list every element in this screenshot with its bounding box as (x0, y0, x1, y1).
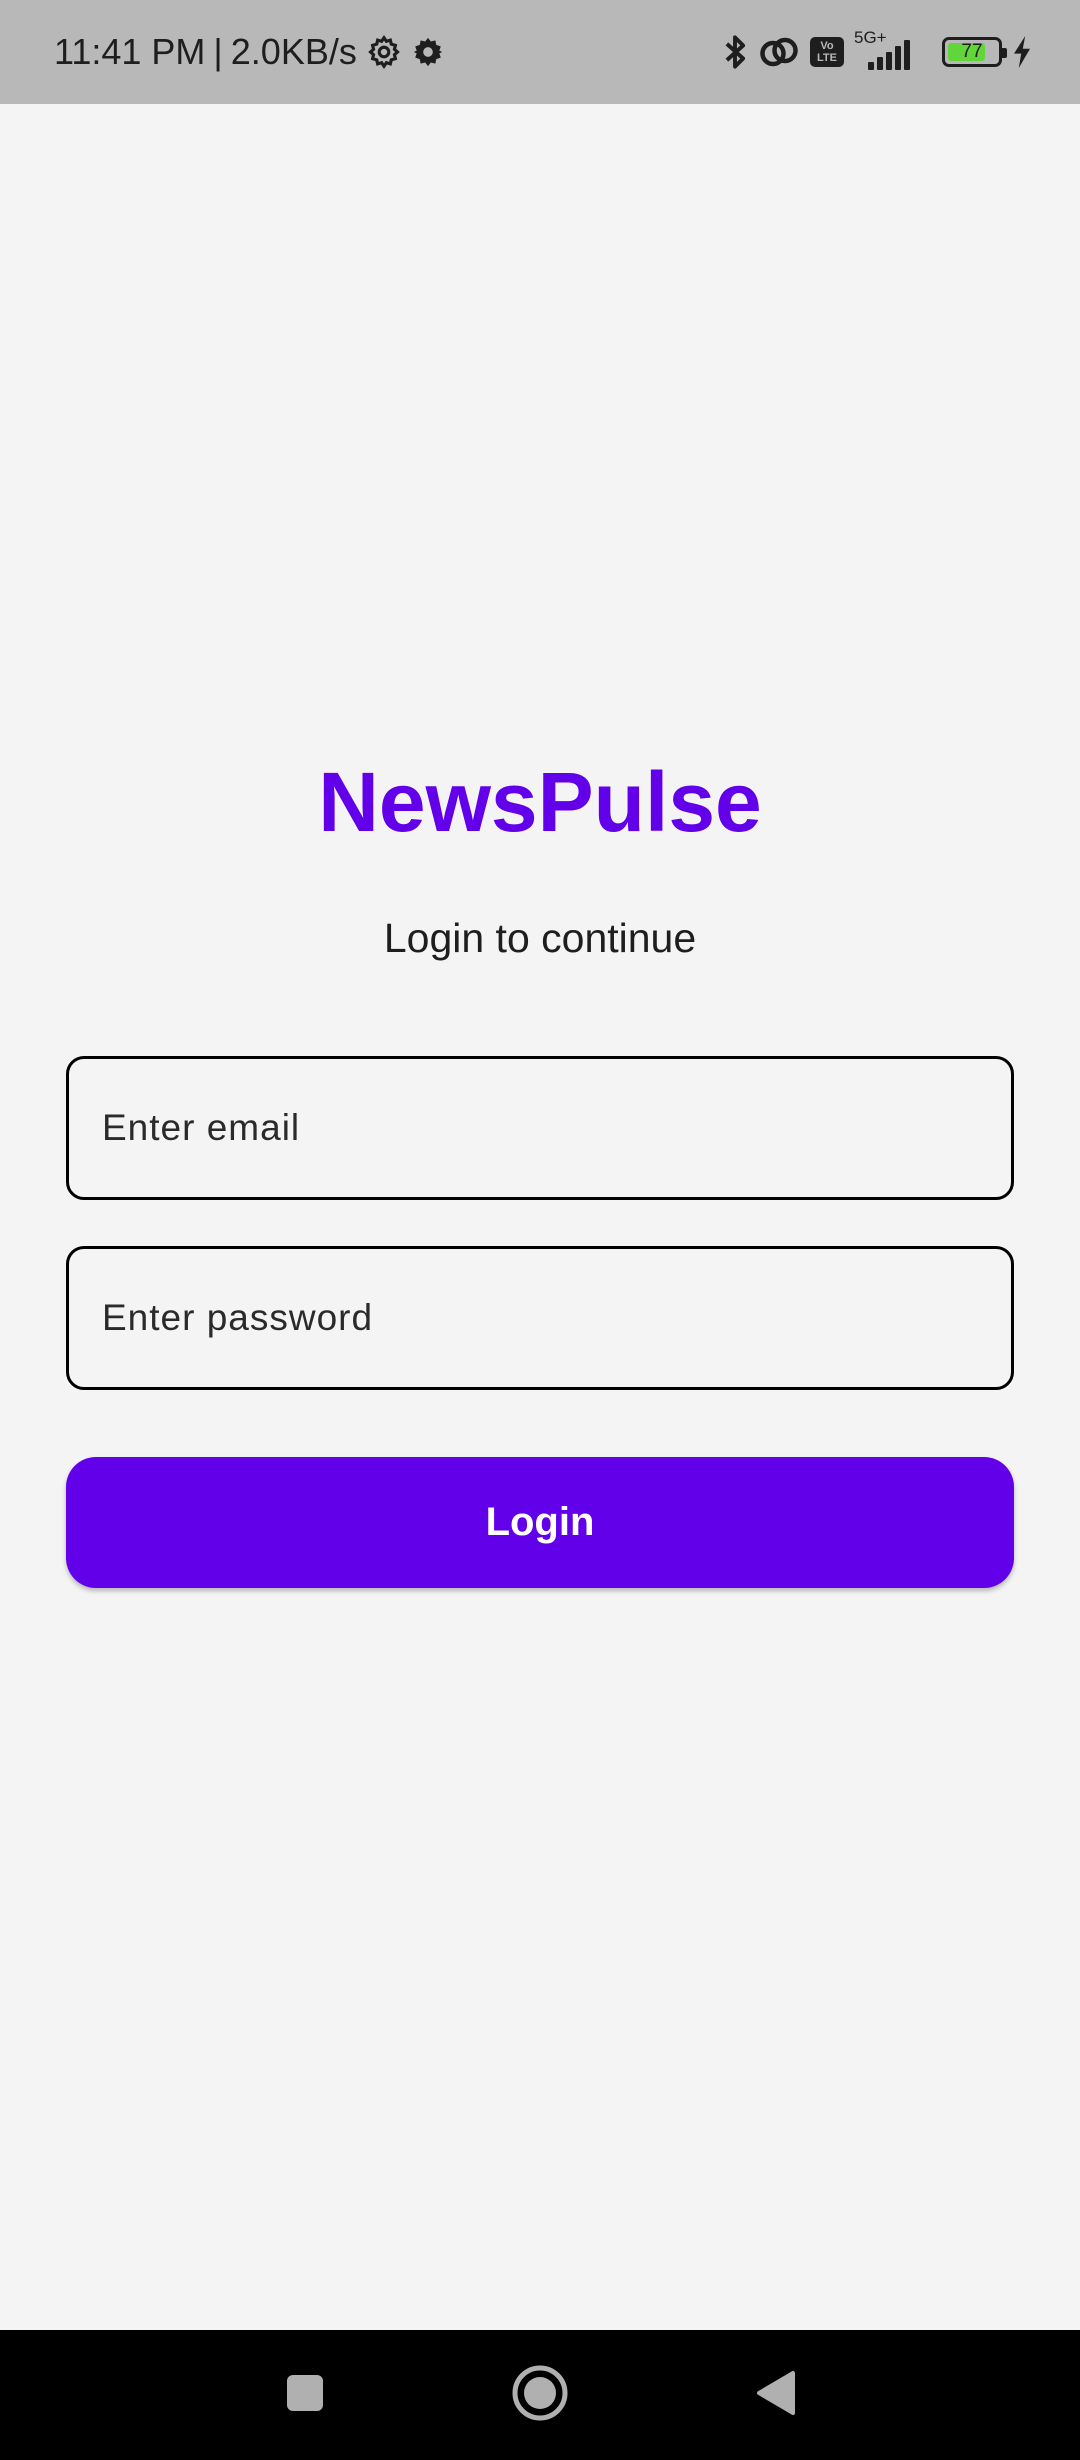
login-subtitle: Login to continue (383, 915, 697, 961)
hotspot-link-icon (758, 34, 800, 70)
email-input[interactable] (69, 1059, 1011, 1197)
home-button[interactable] (500, 2330, 580, 2460)
status-bar: 11:41 PM | 2.0KB/s Vo LTE 5G+ 77 (0, 0, 1080, 104)
signal-bar (868, 62, 874, 70)
home-icon (511, 2364, 569, 2427)
status-separator: | (213, 31, 223, 72)
password-field[interactable] (66, 1246, 1014, 1390)
settings-gear-outline-icon (365, 33, 403, 71)
signal-bar (886, 52, 892, 70)
status-left: 11:41 PM | 2.0KB/s (54, 0, 445, 104)
battery-icon: 77 (942, 37, 1007, 67)
battery-level: 77 (961, 41, 983, 62)
login-button[interactable]: Login (66, 1457, 1014, 1588)
network-speed: 2.0KB/s (230, 31, 357, 72)
signal-bar (904, 40, 910, 70)
volte-bottom-label: LTE (817, 52, 837, 64)
signal-bar (895, 46, 901, 70)
app-title: NewsPulse (318, 755, 762, 849)
back-icon (753, 2369, 797, 2422)
volte-top-label: Vo (820, 40, 834, 52)
recent-apps-button[interactable] (265, 2330, 345, 2460)
signal-bar (877, 57, 883, 70)
volte-icon: Vo LTE (810, 37, 844, 67)
login-button-label: Login (485, 1500, 595, 1544)
status-time: 11:41 PM (54, 31, 206, 72)
battery-tip (1002, 48, 1007, 58)
email-field[interactable] (66, 1056, 1014, 1200)
bluetooth-icon (722, 32, 748, 72)
back-button[interactable] (735, 2330, 815, 2460)
status-right: Vo LTE 5G+ 77 (722, 0, 1032, 104)
signal-icon: 5G+ (854, 28, 924, 72)
settings-gear-icon (411, 35, 445, 69)
signal-bars (868, 40, 910, 70)
navigation-bar (0, 2330, 1080, 2460)
password-input[interactable] (69, 1249, 1011, 1387)
charging-icon (1012, 36, 1032, 68)
recent-apps-icon (285, 2373, 325, 2418)
